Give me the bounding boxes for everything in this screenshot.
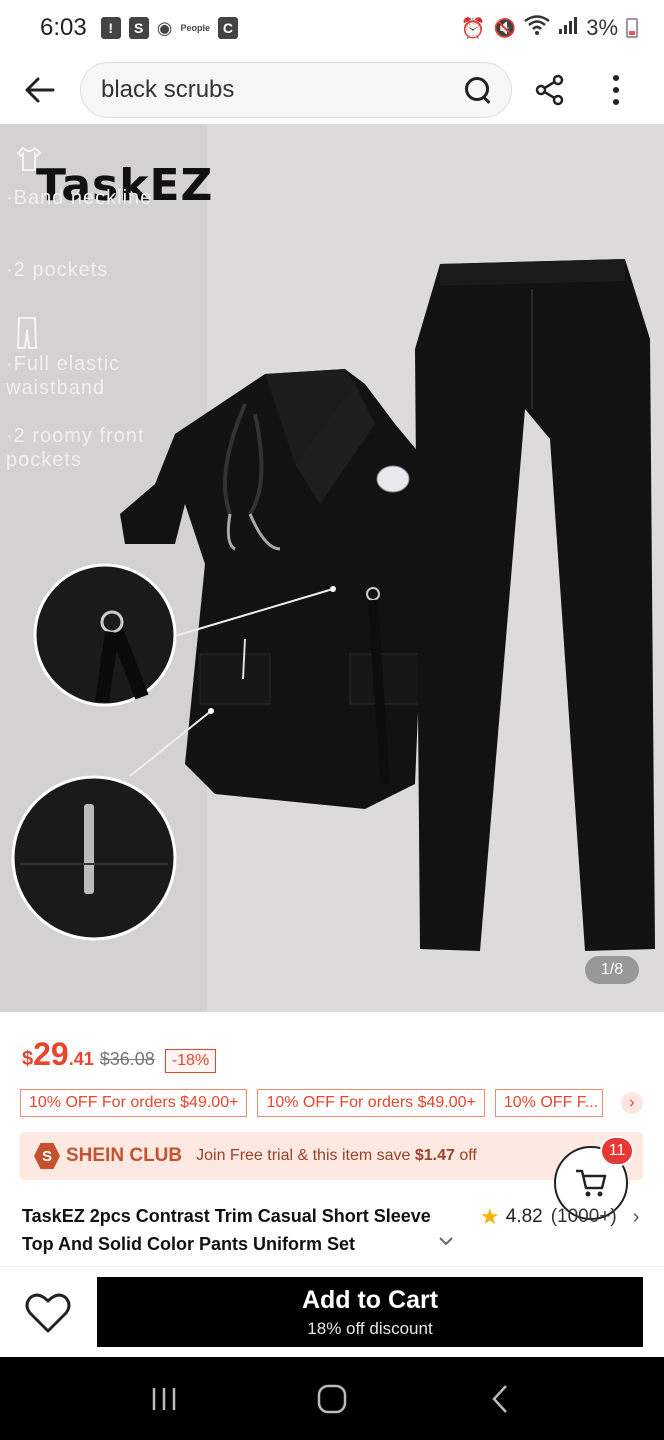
more-dot-icon [613,75,619,81]
chevron-right-icon: › [632,1205,640,1228]
coupon-tag[interactable]: 10% OFF For orders $49.00+ [257,1089,485,1117]
shein-club-banner[interactable]: S SHEIN CLUB Join Free trial & this item… [20,1132,643,1180]
chrome-icon: ◉ [156,17,173,38]
search-input[interactable]: black scrubs [80,62,512,118]
add-to-cart-label: Add to Cart [301,1285,439,1314]
price-decimal: .41 [68,1049,94,1069]
header: black scrubs [0,56,664,124]
signal-icon [558,15,578,41]
discount-badge: -18% [164,1049,217,1073]
coupon-row: 10% OFF For orders $49.00+ 10% OFF For o… [20,1089,643,1117]
recent-apps-icon [152,1387,176,1410]
bottom-action-bar: Add to Cart 18% off discount [0,1267,664,1357]
chevron-right-icon[interactable]: › [620,1092,643,1114]
rating-value: 4.82 [505,1206,543,1227]
price-row: $ 29 .41 $36.08 -18% [22,1036,217,1073]
mute-icon: 🔇 [493,17,517,38]
price-integer: 29 [33,1036,69,1072]
club-title: SHEIN CLUB [66,1145,183,1166]
status-time: 6:03 [40,14,87,41]
star-icon: ★ [480,1204,500,1229]
system-back-button[interactable] [470,1369,530,1429]
club-offer-text: Join Free trial & this item save $1.47 o… [196,1147,477,1164]
wishlist-button[interactable] [22,1289,74,1337]
cart-icon [576,1169,607,1197]
system-nav-bar [0,1357,664,1440]
chevron-down-icon[interactable] [438,1234,454,1252]
search-query: black scrubs [101,76,235,103]
rating[interactable]: ★ 4.82 (1000+) › [480,1204,639,1230]
product-image-gallery[interactable]: TaskEZ ·Band neckline ·2 pockets ·Full e… [0,124,664,1012]
recent-apps-button[interactable] [134,1369,194,1429]
search-icon[interactable] [463,75,493,105]
battery-icon [626,18,638,38]
c-app-icon: C [217,17,238,39]
price-currency: $ [22,1048,34,1070]
cart-badge: 11 [600,1136,634,1166]
home-icon [317,1384,347,1413]
original-price: $36.08 [99,1049,155,1069]
back-arrow-icon [25,77,55,103]
heart-icon [25,1293,71,1333]
page-indicator: 1/8 [585,956,639,984]
alert-icon: ! [100,17,121,39]
club-logo-icon: S [34,1143,60,1169]
coupon-tag[interactable]: 10% OFF F... [494,1089,603,1117]
people-icon: People [180,23,210,33]
back-button[interactable] [0,56,80,124]
more-dot-icon [613,99,619,105]
discount-note: 18% off discount [307,1318,433,1338]
coupon-tag[interactable]: 10% OFF For orders $49.00+ [20,1089,248,1117]
review-count: (1000+) [550,1206,617,1227]
product-title[interactable]: TaskEZ 2pcs Contrast Trim Casual Short S… [22,1202,462,1258]
club-save-amount: $1.47 [414,1147,455,1164]
back-chevron-icon [492,1384,507,1413]
wifi-icon [524,15,550,41]
callout-lines [129,586,336,777]
share-icon [535,74,564,106]
s-app-icon: S [128,17,149,39]
alarm-icon: ⏰ [460,17,486,40]
add-to-cart-button[interactable]: Add to Cart 18% off discount [97,1277,643,1347]
battery-percent: 3% [586,15,618,40]
status-bar: 6:03 ! S ◉ People C ⏰ 🔇 3% [0,0,664,56]
more-dot-icon [613,87,619,93]
more-options-button[interactable] [588,56,644,124]
home-button[interactable] [302,1369,362,1429]
share-button[interactable] [512,56,588,124]
